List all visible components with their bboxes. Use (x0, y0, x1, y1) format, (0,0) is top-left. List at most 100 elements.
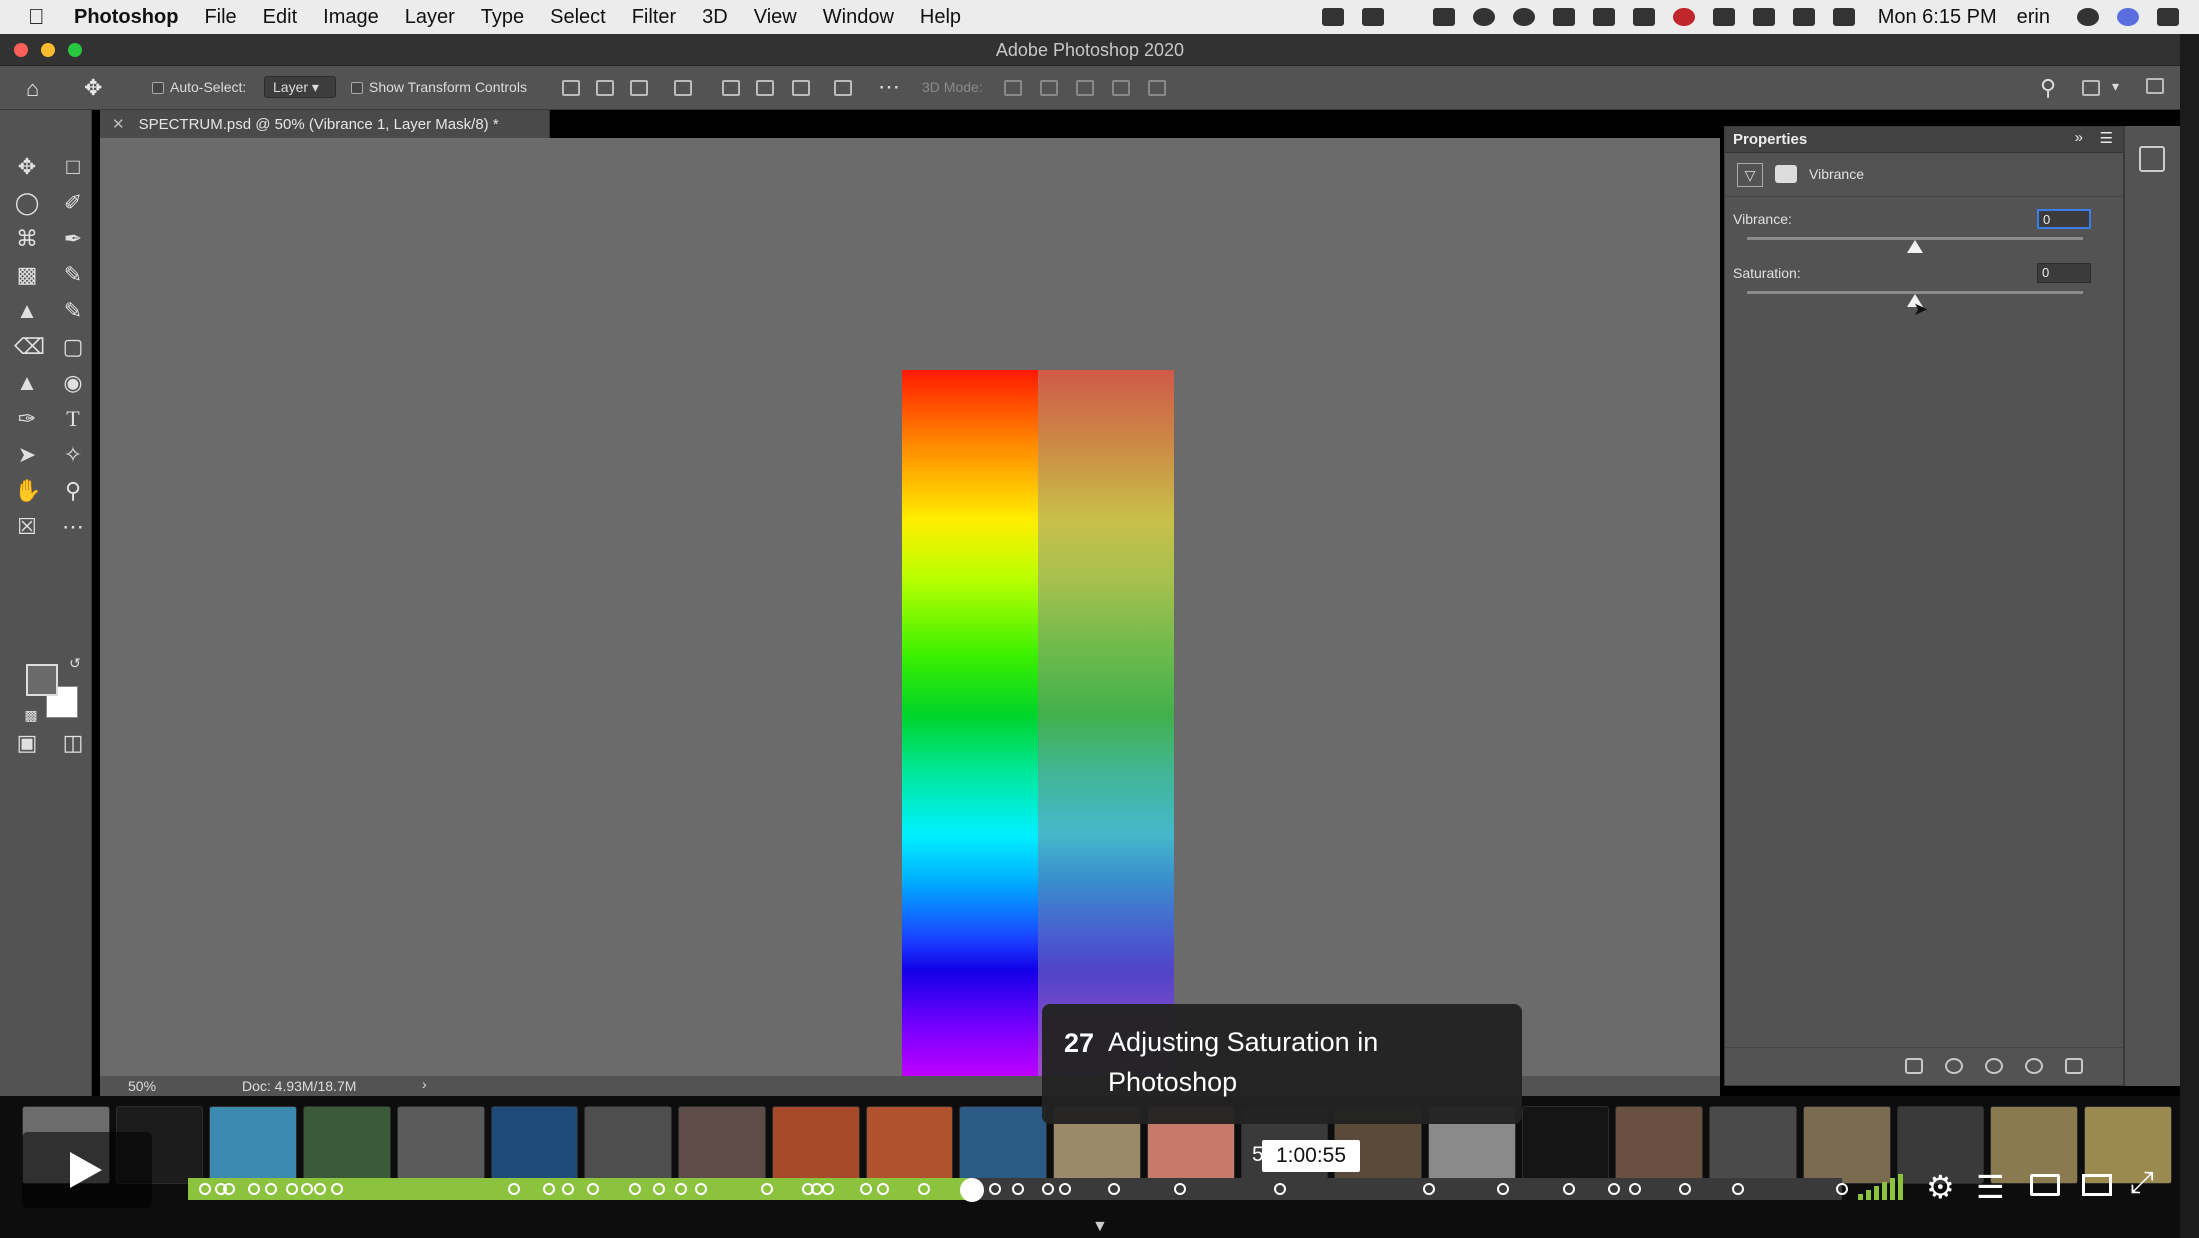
3d-pan-icon[interactable] (1076, 80, 1094, 96)
eraser-tool-icon[interactable]: ⌫ (14, 334, 45, 360)
shape-tool-icon[interactable]: ✧ (60, 442, 86, 468)
zoom-level[interactable]: 50% (128, 1078, 156, 1094)
menu-edit[interactable]: Edit (263, 6, 297, 29)
chapter-marker[interactable] (1042, 1183, 1055, 1195)
align-bottom-icon[interactable] (792, 80, 810, 96)
chapter-thumbnail[interactable] (771, 1106, 860, 1184)
chapter-marker[interactable] (1836, 1183, 1848, 1195)
search-icon[interactable]: ⚲ (2040, 75, 2056, 101)
dropbox-alt-icon[interactable] (1361, 8, 1384, 26)
align-left-icon[interactable] (562, 80, 580, 96)
play-button[interactable] (22, 1132, 152, 1208)
more-options-icon[interactable]: ⋯ (878, 74, 900, 100)
zoom-tool-icon[interactable]: ⚲ (60, 478, 86, 504)
notification-center-icon[interactable] (2157, 8, 2179, 26)
display-icon[interactable] (1432, 8, 1455, 26)
settings-icon[interactable]: ⚙ (1926, 1168, 1955, 1206)
chapter-marker[interactable] (1422, 1183, 1435, 1195)
chapter-thumbnail[interactable] (303, 1106, 391, 1184)
menu-type[interactable]: Type (481, 6, 524, 29)
vibrance-slider-thumb[interactable] (1907, 240, 1923, 253)
vibrance-input[interactable]: 0 (2037, 209, 2091, 229)
chapter-marker[interactable] (810, 1183, 823, 1195)
menu-filter[interactable]: Filter (632, 6, 676, 29)
chapter-marker[interactable] (1273, 1183, 1286, 1195)
chapter-marker[interactable] (1678, 1183, 1691, 1195)
chapter-marker[interactable] (542, 1183, 555, 1195)
dodge-tool-icon[interactable]: ◉ (60, 370, 86, 396)
chapter-marker[interactable] (264, 1183, 277, 1195)
blur-tool-icon[interactable]: ▲ (14, 370, 40, 396)
show-transform-checkbox[interactable] (351, 82, 363, 94)
chapter-marker[interactable] (301, 1183, 314, 1195)
workspace-chevron-icon[interactable]: ▾ (2112, 78, 2119, 95)
chapter-marker[interactable] (1496, 1183, 1509, 1195)
move-tool-icon[interactable]: ✥ (14, 154, 40, 180)
screen-mode-icon[interactable]: ◫ (60, 730, 86, 756)
marquee-tool-icon[interactable]: □ (60, 154, 86, 180)
picture-in-picture-icon[interactable] (2082, 1174, 2112, 1196)
eyedropper-tool-icon[interactable]: ✒ (60, 226, 86, 252)
layer-mask-icon[interactable] (1775, 165, 1797, 183)
chapter-marker[interactable] (1058, 1183, 1071, 1195)
document-canvas[interactable] (100, 138, 1720, 1120)
history-brush-tool-icon[interactable]: ✎ (60, 298, 86, 324)
chapter-thumbnail[interactable] (865, 1106, 954, 1184)
chapter-thumbnail[interactable] (1615, 1106, 1704, 1184)
pen-tool-icon[interactable]: ✑ (14, 406, 40, 432)
chapter-marker[interactable] (694, 1183, 707, 1195)
share-icon[interactable] (2146, 78, 2164, 94)
forward-icon[interactable] (1632, 8, 1655, 26)
collapse-panel-icon[interactable]: » (2075, 129, 2083, 146)
menu-image[interactable]: Image (323, 6, 379, 29)
menu-app[interactable]: Photoshop (74, 6, 178, 29)
view-previous-state-icon[interactable] (1945, 1058, 1963, 1074)
chapter-marker[interactable] (628, 1183, 641, 1195)
gradient-tool-icon[interactable]: ▢ (60, 334, 86, 360)
record-icon[interactable] (1672, 8, 1695, 26)
saturation-input[interactable]: 0 (2037, 263, 2091, 283)
chapter-thumbnail[interactable] (1709, 1106, 1797, 1184)
menu-select[interactable]: Select (550, 6, 606, 29)
chapter-marker[interactable] (918, 1183, 931, 1195)
brush-tool-icon[interactable]: ✎ (60, 262, 86, 288)
menu-view[interactable]: View (754, 6, 797, 29)
menu-3d[interactable]: 3D (702, 6, 728, 29)
chapter-thumbnail[interactable] (678, 1106, 766, 1184)
chapter-marker[interactable] (330, 1183, 343, 1195)
menubar-clock[interactable]: Mon 6:15 PM (1878, 6, 1997, 29)
crop-tool-icon[interactable]: ⌘ (14, 226, 40, 252)
close-tab-icon[interactable]: ✕ (112, 116, 125, 133)
creative-cloud-icon[interactable] (1472, 8, 1495, 26)
menu-help[interactable]: Help (920, 6, 961, 29)
3d-orbit-icon[interactable] (1004, 80, 1022, 96)
panel-menu-icon[interactable]: ☰ (2100, 129, 2113, 147)
toggle-visibility-icon[interactable] (2025, 1058, 2043, 1074)
siri-icon[interactable] (2117, 8, 2139, 26)
chapters-list-icon[interactable]: ☰ (1976, 1168, 2005, 1206)
menubar-user[interactable]: erin (2017, 6, 2050, 29)
status-menu-chevron-icon[interactable]: › (422, 1076, 427, 1092)
path-selection-tool-icon[interactable]: ➤ (14, 442, 40, 468)
wifi-icon[interactable] (1792, 8, 1815, 26)
3d-slide-icon[interactable] (1112, 80, 1130, 96)
move-icon[interactable] (1712, 8, 1735, 26)
chapter-thumbnail[interactable] (209, 1106, 298, 1184)
scroll-down-chevron-icon[interactable]: ▼ (1092, 1218, 1108, 1236)
spotlight-search-icon[interactable] (2077, 8, 2099, 26)
one-password-icon[interactable] (1512, 8, 1535, 26)
quick-mask-icon[interactable]: ▣ (14, 730, 40, 756)
lasso-tool-icon[interactable]: ◯ (14, 190, 40, 216)
align-middle-icon[interactable] (756, 80, 774, 96)
fullscreen-icon[interactable]: ⤢ (2130, 1166, 2154, 1200)
menu-file[interactable]: File (204, 6, 236, 29)
swap-colors-icon[interactable]: ↺ (62, 650, 88, 676)
chapter-marker[interactable] (1563, 1183, 1576, 1195)
auto-select-checkbox[interactable] (152, 82, 164, 94)
home-icon[interactable]: ⌂ (26, 76, 39, 102)
auto-select-dropdown[interactable]: Layer ▾ (264, 76, 336, 98)
app-icon[interactable] (1592, 8, 1615, 26)
quick-selection-tool-icon[interactable]: ✐ (60, 190, 86, 216)
default-colors-icon[interactable]: ▩ (18, 702, 44, 728)
chapter-marker[interactable] (1731, 1183, 1744, 1195)
